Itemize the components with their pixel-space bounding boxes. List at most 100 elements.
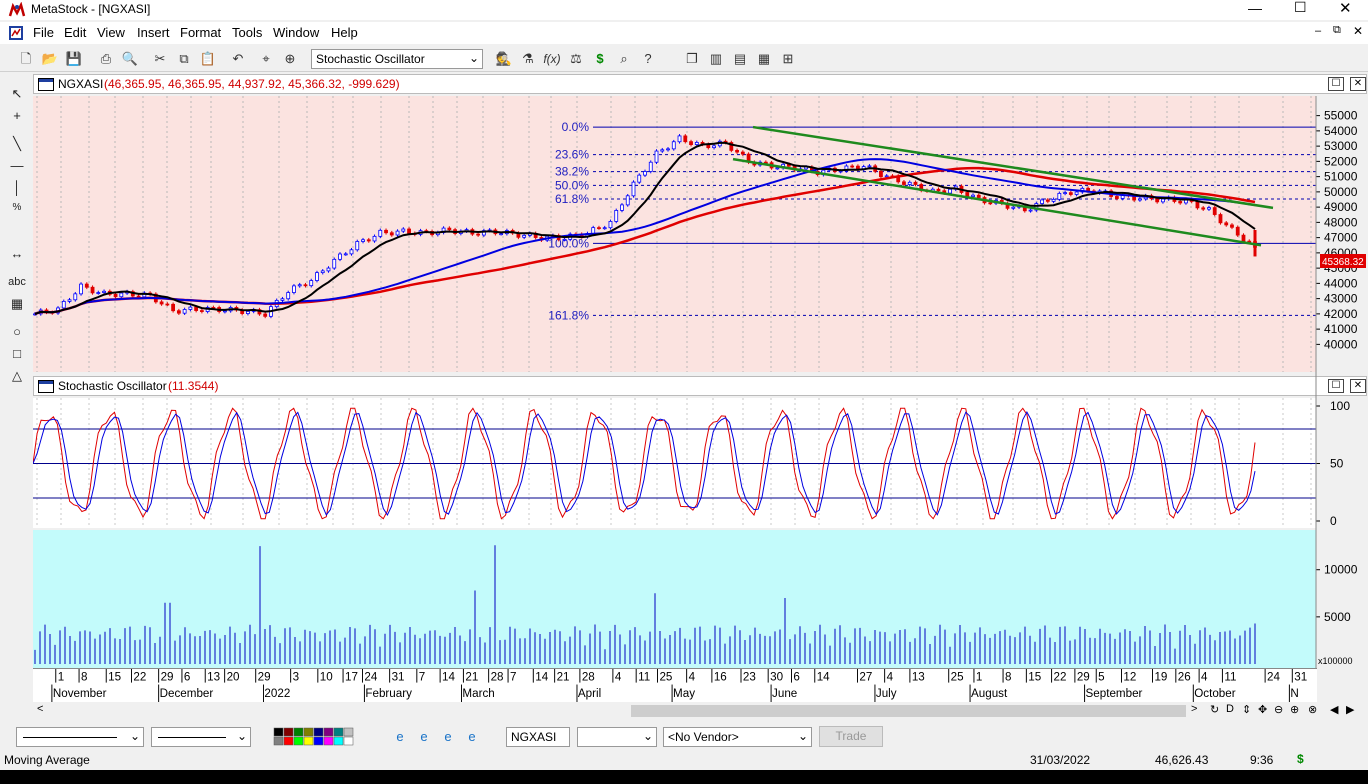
menu-help[interactable]: Help xyxy=(331,25,358,40)
price-bar-body xyxy=(194,306,199,311)
price-bar-body xyxy=(297,284,302,287)
ellipse-icon[interactable]: ○ xyxy=(6,324,28,344)
menu-insert[interactable]: Insert xyxy=(137,25,170,40)
expand-chart-icon[interactable]: ⊗ xyxy=(1308,703,1317,716)
price-pane-maximize-button[interactable]: ☐ xyxy=(1328,77,1344,91)
symbol-input[interactable]: NGXASI xyxy=(506,727,570,747)
print-icon[interactable]: ⎙ xyxy=(96,49,116,69)
web-icon[interactable]: e xyxy=(414,727,434,747)
menu-view[interactable]: View xyxy=(97,25,125,40)
help-pointer-icon[interactable]: ? xyxy=(638,49,658,69)
explorer-icon[interactable]: ⚗ xyxy=(518,49,538,69)
tile-vertical-icon[interactable]: ▥ xyxy=(706,49,726,69)
web-icon[interactable]: e xyxy=(462,727,482,747)
save-icon[interactable]: 💾 xyxy=(64,49,84,69)
price-bar-body xyxy=(884,175,889,178)
cut-icon[interactable]: ✂ xyxy=(150,49,170,69)
vertical-line-icon[interactable]: │ xyxy=(6,180,28,200)
menu-tools[interactable]: Tools xyxy=(232,25,262,40)
color-palette[interactable] xyxy=(272,727,368,747)
study-select-value: Stochastic Oscillator xyxy=(316,52,425,66)
price-bar-body xyxy=(332,258,337,269)
cascade-icon[interactable]: ❐ xyxy=(682,49,702,69)
chart-area[interactable]: 0.0%23.6%38.2%50.0%61.8%100.0%161.8% 400… xyxy=(33,96,1367,672)
close-button[interactable]: ✕ xyxy=(1339,0,1352,17)
x-month-label: October xyxy=(1194,687,1235,700)
child-close-button[interactable]: ✕ xyxy=(1353,24,1363,38)
date-icon[interactable]: D xyxy=(1226,703,1234,715)
price-bar-body xyxy=(1161,198,1165,203)
step-back-icon[interactable]: ◀ xyxy=(1330,703,1338,716)
text-tool-label[interactable]: abc xyxy=(6,276,28,296)
horizontal-line-icon[interactable]: — xyxy=(6,158,28,178)
fibonacci-tool-icon[interactable]: % xyxy=(6,202,28,222)
print-preview-icon[interactable]: 🔍 xyxy=(120,49,140,69)
price-bar-body xyxy=(1155,198,1160,203)
price-bar-body xyxy=(936,188,941,192)
open-icon[interactable]: 📂 xyxy=(40,49,60,69)
rectangle-icon[interactable]: □ xyxy=(6,346,28,366)
tile-grid-icon[interactable]: ▦ xyxy=(754,49,774,69)
refresh-icon[interactable]: ↻ xyxy=(1210,703,1219,716)
x-axis: 1 8 15 22 29 6 13 20 29 3 10 17 24 31 7 14 21 28 7 14 21 28 4 1… xyxy=(33,668,1317,702)
expert-advisor-icon[interactable]: 🕵 xyxy=(494,49,514,69)
compress-icon[interactable]: ⇕ xyxy=(1242,703,1251,716)
menu-format[interactable]: Format xyxy=(180,25,221,40)
zoom-out-icon[interactable]: ⊖ xyxy=(1274,703,1283,716)
child-minimize-button[interactable]: – xyxy=(1315,25,1321,37)
price-bar-body xyxy=(867,165,872,168)
tile-horizontal-icon[interactable]: ▤ xyxy=(730,49,750,69)
horizontal-scrollbar[interactable]: < > xyxy=(33,703,1317,719)
triangle-icon[interactable]: △ xyxy=(6,368,28,388)
expand-icon[interactable]: ↔ xyxy=(6,246,28,266)
menu-window[interactable]: Window xyxy=(273,25,319,40)
study-select[interactable]: Stochastic Oscillator ⌄ xyxy=(311,49,483,69)
pointer-icon[interactable]: ↖ xyxy=(6,86,28,106)
arrange-icon[interactable]: ⊞ xyxy=(778,49,798,69)
child-restore-button[interactable]: ⧉ xyxy=(1333,24,1341,37)
line-weight-select[interactable]: ⌄ xyxy=(151,727,251,747)
price-bar-body xyxy=(280,298,285,301)
periodicity-select[interactable]: ⌄ xyxy=(577,727,657,747)
x-tick-label: 10 xyxy=(320,671,333,684)
web-icon[interactable]: e xyxy=(438,727,458,747)
step-forward-icon[interactable]: ▶ xyxy=(1346,703,1354,716)
copy-icon[interactable]: ⧉ xyxy=(174,49,194,69)
vendor-select[interactable]: <No Vendor> ⌄ xyxy=(663,727,812,747)
price-pane-close-button[interactable]: ✕ xyxy=(1350,77,1366,91)
price-bar-body xyxy=(96,292,101,294)
price-bar-body xyxy=(1201,207,1206,210)
maximize-button[interactable]: ☐ xyxy=(1294,0,1307,16)
line-style-select[interactable]: ⌄ xyxy=(16,727,144,747)
crosshair-icon[interactable]: ⌖ xyxy=(256,49,276,69)
menu-edit[interactable]: Edit xyxy=(64,25,86,40)
scroll-thumb[interactable] xyxy=(631,705,1186,717)
trade-button[interactable]: Trade xyxy=(819,726,883,747)
system-tester-icon[interactable]: ⚖ xyxy=(566,49,586,69)
crosshair-tool-icon[interactable]: + xyxy=(6,108,28,128)
zoom-in-icon[interactable]: ⊕ xyxy=(1290,703,1299,716)
web-icon[interactable]: e xyxy=(390,727,410,747)
price-bar-body xyxy=(67,299,72,302)
scroll-left-icon[interactable]: < xyxy=(37,703,43,715)
trendline-icon[interactable]: ╲ xyxy=(6,136,28,156)
price-bar-body xyxy=(1138,198,1142,201)
status-bar: Moving Average 31/03/2022 46,626.43 9:36… xyxy=(0,752,1368,770)
price-bar-body xyxy=(355,241,360,251)
price-pane: 0.0%23.6%38.2%50.0%61.8%100.0%161.8% 400… xyxy=(33,96,1366,372)
undo-icon[interactable]: ↶ xyxy=(228,49,248,69)
fib-level-label: 23.6% xyxy=(555,148,589,162)
menu-file[interactable]: File xyxy=(33,25,54,40)
dollar-icon[interactable]: $ xyxy=(590,49,610,69)
price-bar-body xyxy=(683,135,688,143)
x-tick-label: 4 xyxy=(615,671,622,684)
grid-tool-icon[interactable]: ▦ xyxy=(6,296,28,316)
binoculars-icon[interactable]: ⌕ xyxy=(614,49,634,69)
scroll-right-icon[interactable]: > xyxy=(1191,703,1197,715)
indicator-builder-icon[interactable]: f(x) xyxy=(542,49,562,69)
move-icon[interactable]: ✥ xyxy=(1258,703,1267,716)
new-icon[interactable]: 🗋 xyxy=(16,49,36,69)
paste-icon[interactable]: 📋 xyxy=(198,49,218,69)
zoom-icon[interactable]: ⊕ xyxy=(280,49,300,69)
minimize-button[interactable]: — xyxy=(1248,0,1262,16)
